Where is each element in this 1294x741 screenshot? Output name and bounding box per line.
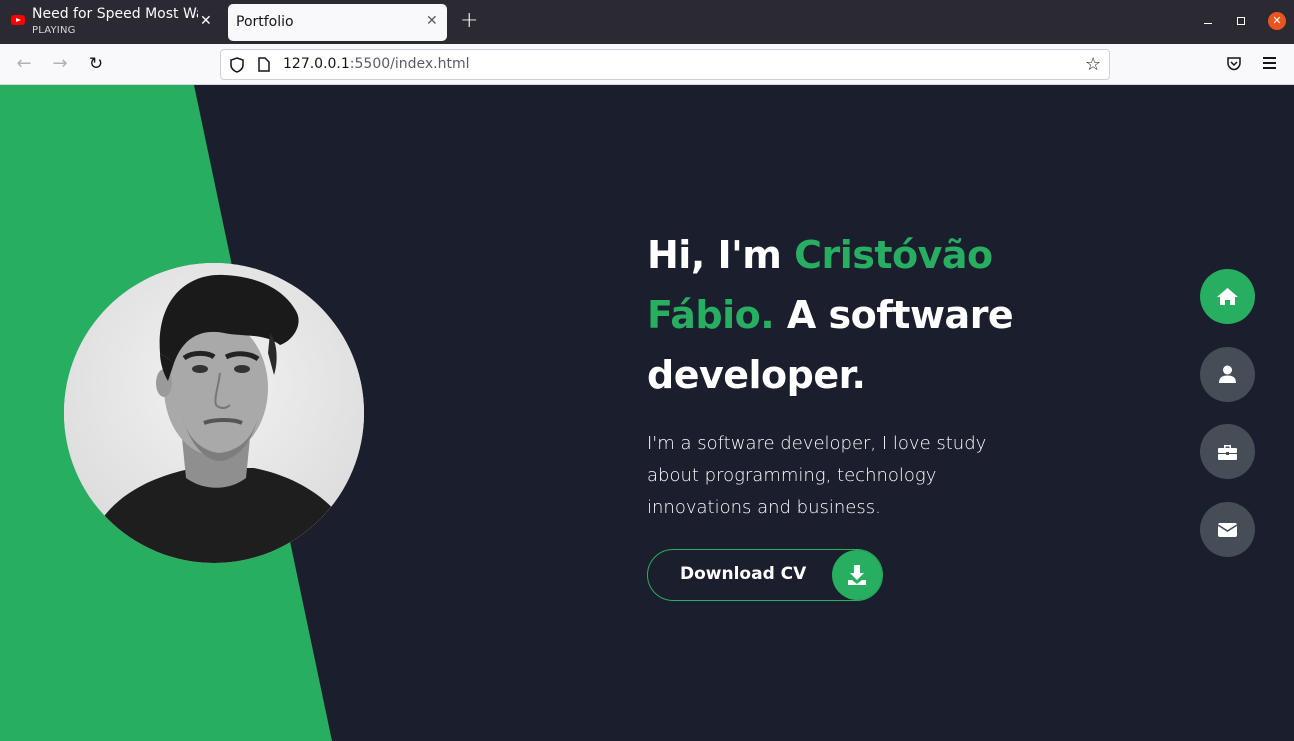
- bookmark-star-icon[interactable]: ☆: [1085, 54, 1101, 75]
- envelope-icon: [1217, 523, 1238, 537]
- browser-nav-bar: ← → ↻ 127.0.0.1:5500/index.html ☆: [0, 44, 1294, 85]
- tab-title: Need for Speed Most Wanted: [32, 6, 198, 22]
- briefcase-icon: [1218, 445, 1237, 460]
- portfolio-page: Hi, I'm Cristóvão Fábio. A software deve…: [0, 85, 1294, 741]
- reload-icon[interactable]: ↻: [84, 52, 108, 76]
- close-tab-icon[interactable]: ✕: [200, 13, 212, 29]
- hero-description: I'm a software developer, I love study a…: [647, 433, 987, 518]
- profile-photo: [64, 263, 364, 563]
- hero-title: Hi, I'm Cristóvão Fábio. A software deve…: [647, 225, 1067, 405]
- forward-arrow-icon[interactable]: →: [48, 52, 72, 76]
- maximize-window-button[interactable]: [1237, 17, 1245, 25]
- nav-home-button[interactable]: [1200, 269, 1255, 324]
- tab-title: Portfolio: [236, 14, 294, 30]
- url-host: 127.0.0.1: [283, 56, 350, 72]
- browser-tab-bar: Need for Speed Most Wanted PLAYING ✕ Por…: [0, 0, 1294, 44]
- url-bar[interactable]: 127.0.0.1:5500/index.html ☆: [220, 49, 1110, 80]
- close-tab-icon[interactable]: ✕: [426, 13, 438, 29]
- pocket-icon[interactable]: [1226, 56, 1242, 71]
- url-text[interactable]: 127.0.0.1:5500/index.html: [283, 56, 470, 72]
- nav-about-button[interactable]: [1200, 347, 1255, 402]
- download-cv-label: Download CV: [680, 564, 807, 584]
- back-arrow-icon[interactable]: ←: [12, 52, 36, 76]
- shield-icon[interactable]: [230, 57, 244, 73]
- nav-portfolio-button[interactable]: [1200, 424, 1255, 479]
- tab-portfolio[interactable]: Portfolio ✕: [228, 4, 447, 41]
- close-window-button[interactable]: ✕: [1268, 12, 1286, 30]
- minimize-window-button[interactable]: [1204, 12, 1213, 32]
- new-tab-button[interactable]: +: [460, 9, 478, 33]
- home-icon: [1217, 288, 1238, 305]
- hero-greeting: Hi, I'm: [647, 233, 795, 277]
- youtube-icon: [11, 15, 25, 25]
- page-icon[interactable]: [258, 57, 270, 72]
- nav-contact-button[interactable]: [1200, 502, 1255, 557]
- url-path: :5500/index.html: [349, 56, 470, 72]
- tab-playing-status: PLAYING: [32, 25, 76, 36]
- download-icon: [832, 550, 882, 600]
- tab-youtube[interactable]: Need for Speed Most Wanted PLAYING ✕: [0, 0, 222, 44]
- hamburger-menu-icon[interactable]: [1263, 57, 1277, 71]
- download-cv-button[interactable]: Download CV: [647, 549, 883, 601]
- user-icon: [1219, 365, 1236, 383]
